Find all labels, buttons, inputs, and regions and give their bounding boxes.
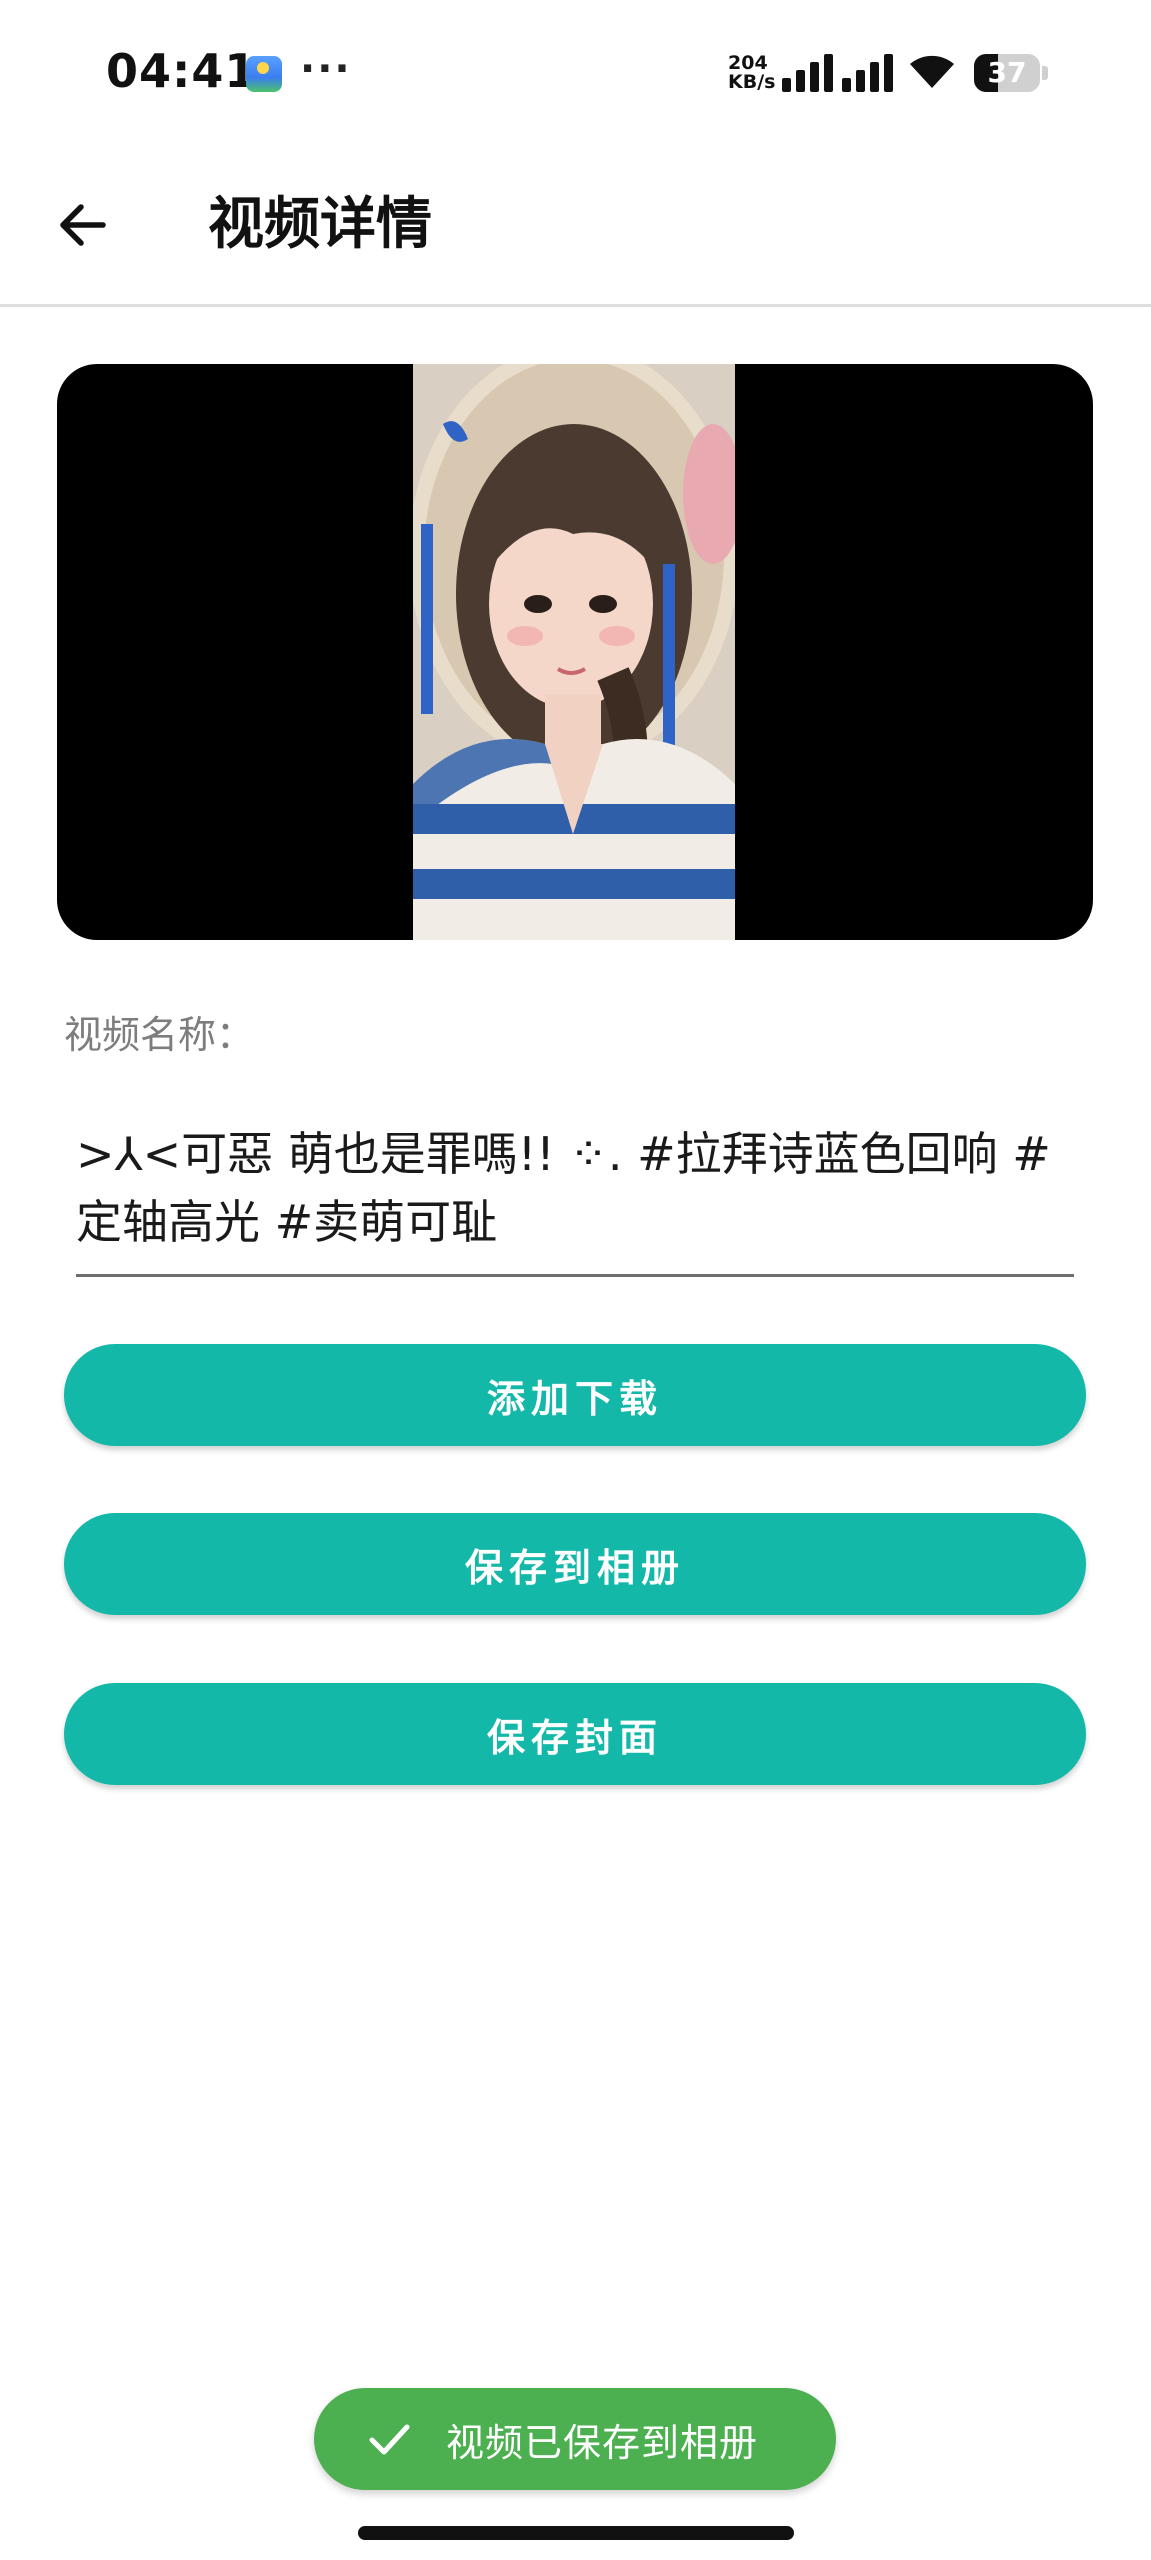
check-icon <box>369 2424 410 2455</box>
battery-tip <box>1042 66 1048 80</box>
video-preview[interactable] <box>57 364 1093 940</box>
status-bar: 04:41 ··· 204 KB/s 37 <box>0 0 1151 150</box>
toast-message: 视频已保存到相册 <box>314 2388 836 2490</box>
more-notifications-icon: ··· <box>300 46 352 92</box>
save-to-album-button[interactable]: 保存到相册 <box>64 1513 1086 1615</box>
status-time: 04:41 <box>106 44 258 98</box>
app-bar: 视频详情 <box>0 150 1151 307</box>
toast-text: 视频已保存到相册 <box>446 2420 759 2465</box>
video-name-label: 视频名称： <box>64 1013 255 1057</box>
arrow-left-icon <box>60 204 106 246</box>
video-name-field[interactable]: >⅄<可惡 萌也是罪嗎!! ⁘. #拉拜诗蓝色回响 #定轴高光 #卖萌可耻 <box>76 1120 1074 1277</box>
battery-icon: 37 <box>974 54 1040 92</box>
battery-level-text: 37 <box>987 56 1027 89</box>
cellular-signal-icon-2 <box>842 52 896 92</box>
add-download-button[interactable]: 添加下载 <box>64 1344 1086 1446</box>
network-speed-unit: KB/s <box>728 71 776 93</box>
save-cover-button[interactable]: 保存封面 <box>64 1683 1086 1785</box>
network-speed: 204 KB/s <box>728 54 780 92</box>
home-indicator[interactable] <box>358 2526 794 2540</box>
page-title: 视频详情 <box>208 192 432 257</box>
back-button[interactable] <box>38 180 128 270</box>
wifi-icon <box>910 55 954 88</box>
cellular-signal-icon <box>782 52 836 92</box>
video-thumbnail-image <box>413 364 735 940</box>
gallery-app-icon <box>246 56 282 92</box>
